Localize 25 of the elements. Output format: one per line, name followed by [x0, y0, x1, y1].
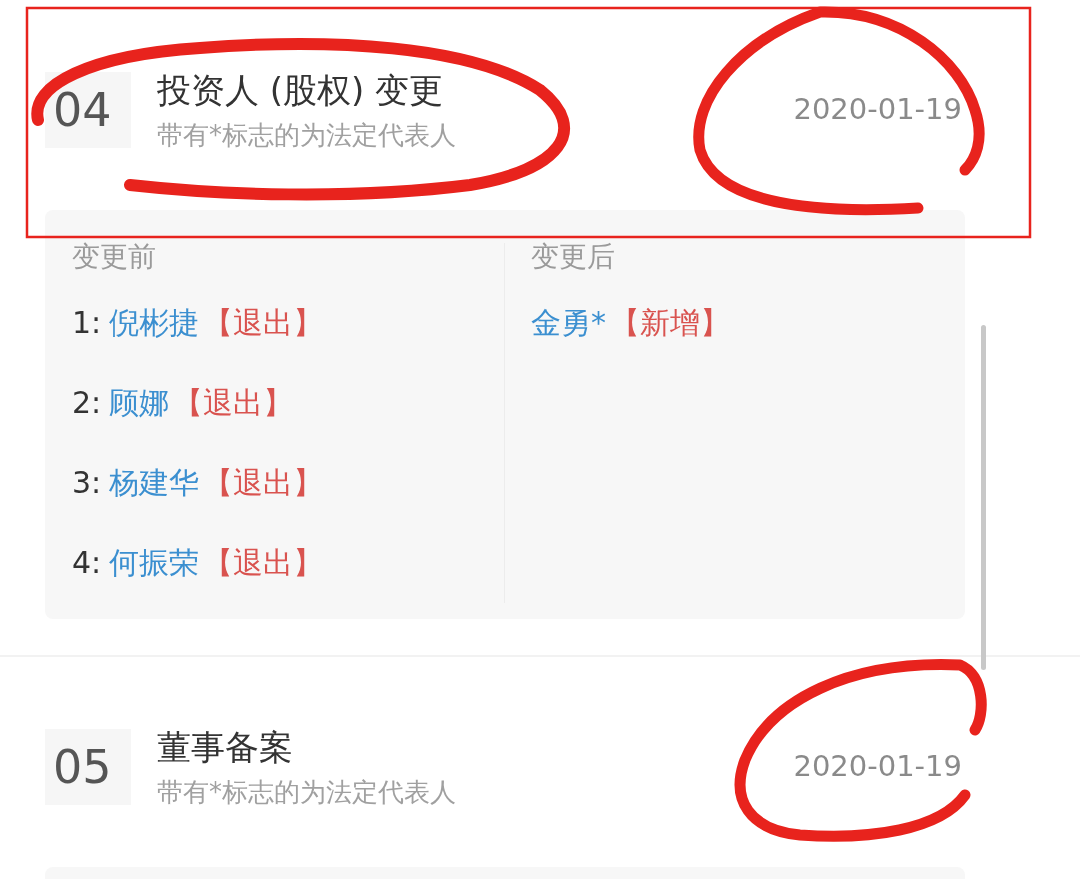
- change-tag: 【退出】: [203, 468, 324, 498]
- record-note: 带有*标志的为法定代表人: [157, 776, 457, 809]
- entry-index: 2:: [72, 388, 102, 418]
- entry-index: 1:: [72, 308, 102, 338]
- entry-index: 4:: [72, 548, 102, 578]
- change-tag: 【退出】: [203, 308, 324, 338]
- change-tag: 【退出】: [203, 548, 324, 578]
- person-link[interactable]: 何振荣: [109, 548, 200, 578]
- person-link[interactable]: 倪彬捷: [109, 308, 200, 338]
- column-heading: 变更后: [531, 243, 615, 275]
- person-link[interactable]: 顾娜: [109, 388, 170, 418]
- record-number: 04: [45, 72, 131, 148]
- record-title: 董事备案: [157, 725, 294, 768]
- entry-index: 3:: [72, 468, 102, 498]
- change-tag: 【退出】: [173, 388, 294, 418]
- record-date: 2020-01-19: [793, 748, 962, 786]
- record-date: 2020-01-19: [793, 91, 962, 129]
- record-note: 带有*标志的为法定代表人: [157, 119, 457, 152]
- record-number: 05: [45, 729, 131, 805]
- person-link[interactable]: 金勇*: [531, 308, 606, 338]
- record-title: 投资人 (股权) 变更: [157, 68, 445, 111]
- column-heading: 变更前: [72, 243, 156, 275]
- change-tag: 【新增】: [610, 308, 730, 338]
- person-link[interactable]: 杨建华: [109, 468, 200, 498]
- scrollbar[interactable]: [981, 325, 986, 670]
